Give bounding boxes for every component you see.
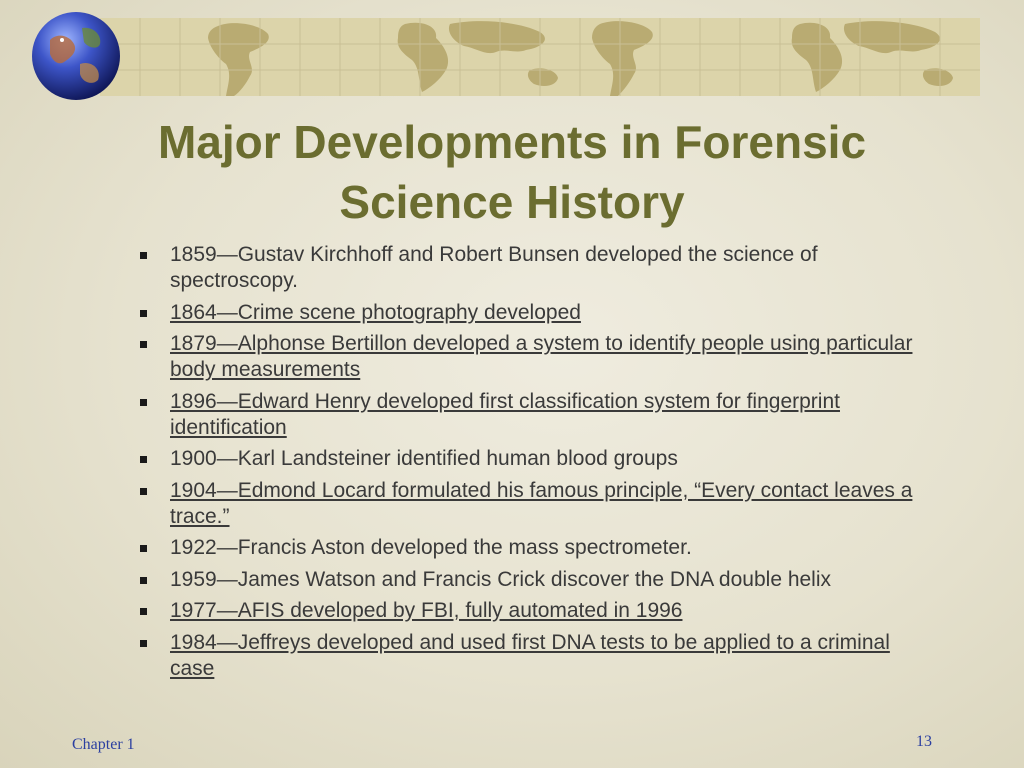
list-item[interactable]: 1977—AFIS developed by FBI, fully automa…	[140, 598, 940, 624]
title-line-1: Major Developments in Forensic	[157, 116, 867, 168]
bullet-link[interactable]: 1977—AFIS developed by FBI, fully automa…	[170, 599, 682, 622]
bullet-square-icon	[140, 487, 147, 495]
bullet-square-icon	[140, 576, 147, 584]
bullet-text: 1900—Karl Landsteiner identified human b…	[170, 447, 678, 470]
bullet-text: 1859—Gustav Kirchhoff and Robert Bunsen …	[170, 243, 818, 292]
list-item: 1900—Karl Landsteiner identified human b…	[140, 446, 940, 472]
page-number: 13	[916, 733, 932, 750]
bullet-square-icon	[140, 639, 147, 647]
bullet-square-icon	[140, 398, 147, 406]
bullet-text: 1959—James Watson and Francis Crick disc…	[170, 567, 832, 591]
world-map-banner	[100, 18, 980, 96]
bullet-text: 1922—Francis Aston developed the mass sp…	[170, 536, 692, 559]
bullet-list: 1859—Gustav Kirchhoff and Robert Bunsen …	[140, 242, 940, 687]
bullet-link[interactable]: 1984—Jeffreys developed and used first D…	[170, 631, 890, 680]
list-item: 1922—Francis Aston developed the mass sp…	[140, 535, 940, 561]
bullet-link[interactable]: 1904—Edmond Locard formulated his famous…	[170, 479, 912, 528]
list-item: 1859—Gustav Kirchhoff and Robert Bunsen …	[140, 242, 940, 294]
bullet-square-icon	[140, 309, 147, 317]
bullet-square-icon	[140, 252, 147, 259]
list-item[interactable]: 1984—Jeffreys developed and used first D…	[140, 630, 940, 682]
list-item[interactable]: 1896—Edward Henry developed first classi…	[140, 389, 940, 441]
bullet-square-icon	[140, 456, 147, 463]
bullet-link[interactable]: 1896—Edward Henry developed first classi…	[170, 390, 840, 439]
list-item[interactable]: 1904—Edmond Locard formulated his famous…	[140, 478, 940, 530]
title-line-2: Science History	[339, 176, 685, 228]
bullet-square-icon	[140, 608, 147, 615]
slide-title: Major Developments in Forensic Science H…	[60, 112, 964, 232]
list-item: 1959—James Watson and Francis Crick disc…	[140, 567, 940, 593]
list-item[interactable]: 1879—Alphonse Bertillon developed a syst…	[140, 331, 940, 383]
bullet-link[interactable]: 1879—Alphonse Bertillon developed a syst…	[170, 332, 912, 381]
footer-chapter-label: Chapter 1	[72, 736, 135, 753]
list-item[interactable]: 1864—Crime scene photography developed	[140, 300, 940, 326]
bullet-link[interactable]: 1864—Crime scene photography developed	[170, 301, 581, 324]
bullet-square-icon	[140, 545, 147, 552]
globe-icon	[30, 10, 122, 102]
bullet-square-icon	[140, 341, 147, 348]
